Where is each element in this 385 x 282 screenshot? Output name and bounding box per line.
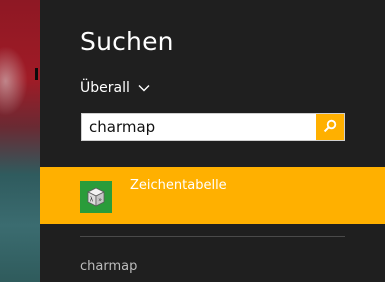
svg-text:λ: λ <box>90 197 94 204</box>
result-label: Zeichentabelle <box>130 178 227 193</box>
search-input[interactable] <box>89 114 319 140</box>
svg-text:»: » <box>98 197 102 204</box>
charmap-app-icon: λ » <box>80 181 112 213</box>
background-mark <box>35 68 38 80</box>
search-suggestion[interactable]: charmap <box>80 259 137 274</box>
search-charm-panel: Suchen Überall λ » Ze <box>40 0 385 282</box>
search-icon <box>323 118 337 137</box>
background-highlight <box>0 46 28 116</box>
search-button[interactable] <box>316 114 344 140</box>
panel-title: Suchen <box>80 27 174 56</box>
search-box[interactable] <box>81 113 345 141</box>
desktop-background <box>0 0 40 282</box>
results-divider <box>80 236 345 237</box>
chevron-down-icon <box>138 84 150 92</box>
search-result-zeichentabelle[interactable]: λ » Zeichentabelle <box>40 167 385 224</box>
search-scope-dropdown[interactable]: Überall <box>80 78 150 98</box>
scope-label: Überall <box>80 80 130 96</box>
